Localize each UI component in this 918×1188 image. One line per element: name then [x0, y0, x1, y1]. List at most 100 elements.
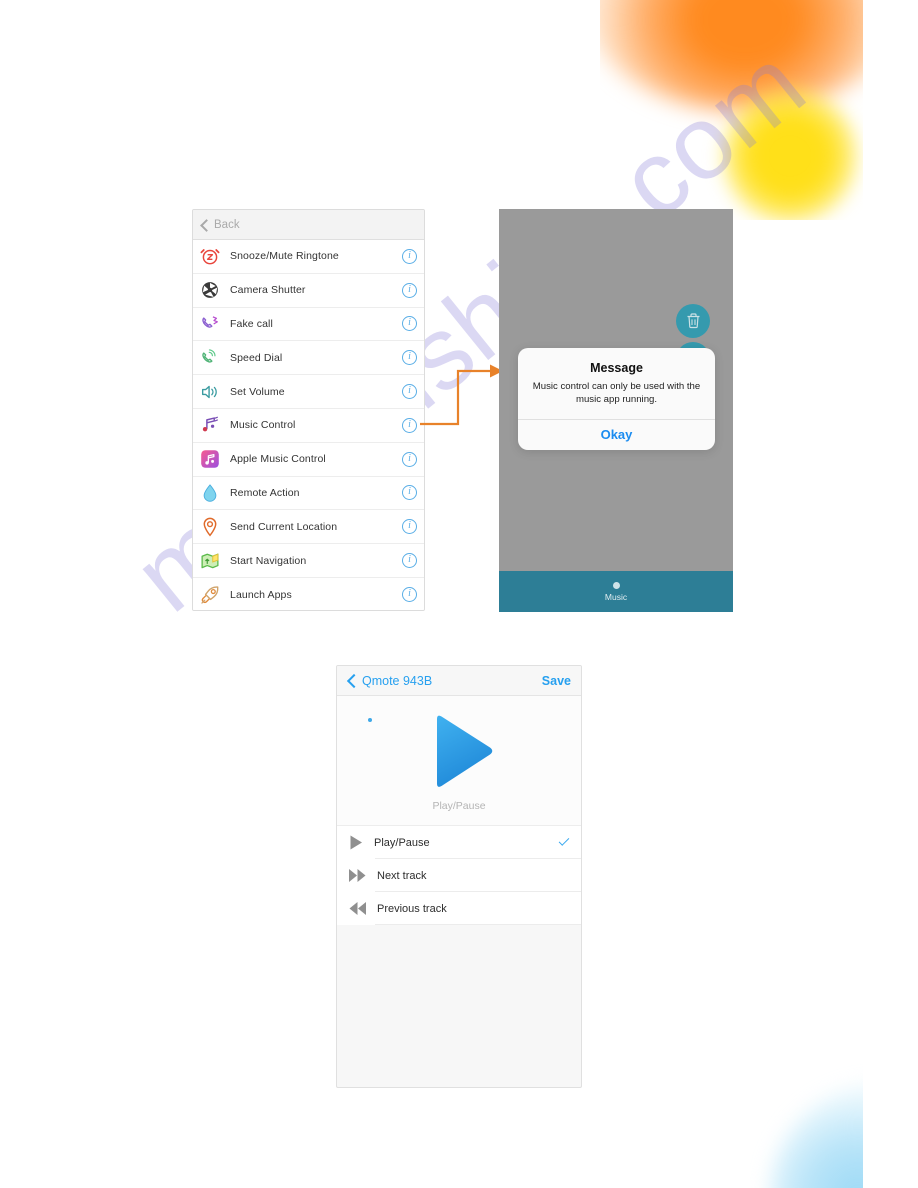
play-triangle-icon [595, 284, 647, 350]
fake-call-icon [199, 313, 221, 335]
action-row-label: Send Current Location [230, 520, 338, 533]
apple-music-icon [199, 448, 221, 470]
actions-list: Snooze/Mute Ringtone Camera Shutter Fake c… [193, 240, 424, 610]
back-button-label[interactable]: Back [214, 219, 240, 231]
row-divider [375, 924, 581, 925]
alert-dialog: Message Music control can only be used w… [518, 348, 715, 450]
modal-row-label: Previous track [537, 493, 610, 505]
edit-row-previous-track[interactable]: Previous track [337, 892, 581, 925]
modal-row-next-track[interactable]: Next track [499, 446, 733, 481]
speed-dial-icon [202, 349, 216, 363]
edit-phone-title: Qmote 943B [362, 673, 433, 688]
previous-track-icon [510, 493, 526, 505]
camera-shutter-icon [199, 279, 221, 301]
actions-list-screenshot: Back Snooze/Mute Ringtone Camera Shutter F… [192, 209, 425, 611]
info-icon[interactable] [402, 384, 417, 400]
action-row[interactable]: Start Navigation [193, 544, 424, 578]
chevron-left-icon[interactable] [347, 673, 356, 688]
chevron-left-icon[interactable] [509, 217, 518, 232]
edit-phone-hero: Play/Pause [337, 696, 581, 826]
chevron-left-icon[interactable] [200, 218, 208, 232]
action-row[interactable]: Speed Dial [193, 341, 424, 376]
selected-check-icon [559, 838, 571, 847]
action-row[interactable]: Snooze/Mute Ringtone [193, 240, 424, 274]
edit-row-label: Play/Pause [374, 836, 430, 849]
save-button[interactable]: Save [542, 674, 571, 688]
edit-phone-screenshot: Qmote 943B Save Play/Pause Play/Pause Ne… [336, 665, 582, 1088]
action-row[interactable]: Send Current Location [193, 510, 424, 545]
music-tab-bar[interactable]: Music [499, 571, 733, 612]
info-icon[interactable] [402, 282, 417, 298]
action-row[interactable]: Camera Shutter [193, 274, 424, 308]
info-icon[interactable] [402, 417, 417, 433]
edit-row-play-pause[interactable]: Play/Pause [337, 826, 581, 859]
delete-fab-button[interactable] [676, 304, 710, 338]
edit-row-label: Next track [377, 869, 427, 882]
info-icon[interactable] [402, 316, 417, 332]
map-navigation-icon [201, 553, 219, 568]
action-row-label: Start Navigation [230, 554, 307, 567]
rocket-icon [199, 584, 221, 606]
alert-message: Music control can only be used with the … [532, 381, 701, 405]
yellow-gradient-blob [722, 88, 858, 220]
info-icon[interactable] [402, 553, 417, 569]
action-row-label: Fake call [230, 317, 273, 330]
action-row-label: Camera Shutter [230, 284, 306, 297]
play-icon [350, 835, 362, 850]
info-icon[interactable] [402, 519, 417, 535]
info-icon[interactable] [402, 350, 417, 366]
action-row-label: Remote Action [230, 486, 300, 499]
hero-accent-dot [368, 718, 372, 722]
action-row[interactable]: Fake call [193, 308, 424, 342]
modal-phone-title: Qmote 943B [525, 217, 596, 232]
water-drop-icon [199, 482, 221, 504]
alarm-clock-icon [200, 249, 220, 265]
decorative-corner-bottom-right [750, 1035, 863, 1188]
decorative-corner-top-right [600, 0, 863, 220]
location-pin-icon [199, 516, 221, 538]
action-row[interactable]: Remote Action [193, 477, 424, 511]
plus-icon[interactable] [707, 216, 723, 233]
action-row-label: Set Volume [230, 385, 285, 398]
next-track-icon [349, 869, 366, 882]
camera-shutter-icon [202, 282, 218, 299]
edit-phone-empty-area [337, 925, 581, 1073]
water-drop-icon [203, 484, 217, 502]
speed-dial-icon [199, 347, 221, 369]
modal-phone-nav-bar: Qmote 943B [499, 209, 733, 241]
actions-nav-bar: Back [193, 210, 424, 240]
speaker-icon [199, 381, 221, 403]
edit-row-next-track[interactable]: Next track [337, 859, 581, 892]
map-navigation-icon [199, 550, 221, 572]
info-icon[interactable] [402, 485, 417, 501]
music-notes-icon [202, 417, 218, 432]
edit-hero-caption: Play/Pause [432, 799, 486, 812]
action-row[interactable]: Music Control [193, 409, 424, 443]
modal-phone-screenshot: Qmote 943B Play/Pause [499, 209, 733, 612]
blue-gradient-blob [770, 1085, 863, 1188]
modal-row-previous-track[interactable]: Previous track [499, 482, 733, 517]
alert-body: Message Music control can only be used w… [518, 348, 715, 419]
action-row-label: Snooze/Mute Ringtone [230, 250, 339, 263]
info-icon[interactable] [402, 248, 417, 264]
apple-music-icon [201, 450, 219, 468]
rocket-icon [201, 586, 219, 604]
action-row-label: Apple Music Control [230, 453, 326, 466]
action-row[interactable]: Launch Apps [193, 578, 424, 610]
alert-okay-button[interactable]: Okay [518, 420, 715, 450]
orange-gradient-blob [600, 0, 863, 112]
alarm-clock-icon [199, 245, 221, 267]
play-triangle-icon [437, 715, 493, 787]
action-row[interactable]: Apple Music Control [193, 443, 424, 477]
action-row-label: Music Control [230, 419, 296, 432]
hero-accent-dot [524, 266, 529, 271]
next-track-icon [510, 457, 526, 469]
action-row-label: Launch Apps [230, 588, 292, 601]
music-notes-icon [199, 414, 221, 436]
music-tab-icon [612, 581, 620, 589]
speaker-icon [201, 385, 217, 398]
info-icon[interactable] [402, 451, 417, 467]
action-row[interactable]: Set Volume [193, 375, 424, 409]
info-icon[interactable] [402, 587, 417, 603]
trash-icon [687, 313, 699, 329]
